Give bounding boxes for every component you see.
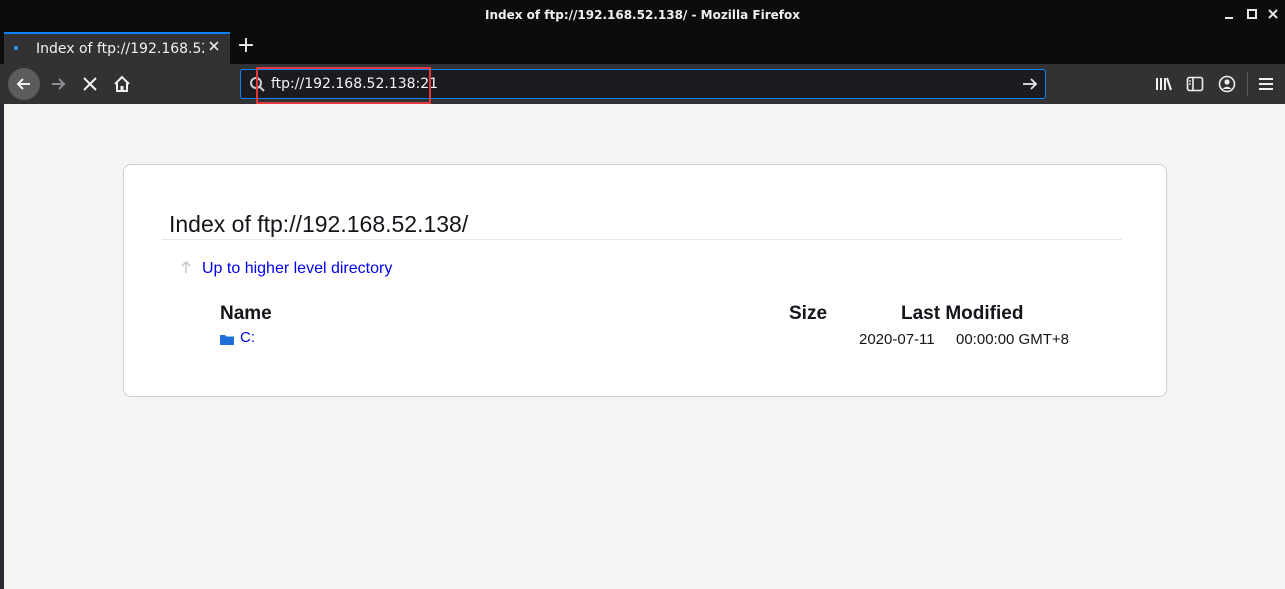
sidebar-icon[interactable] [1185, 74, 1205, 94]
heading-divider [162, 239, 1122, 240]
stop-button[interactable] [78, 72, 102, 96]
left-window-edge [0, 104, 4, 589]
search-icon [250, 77, 265, 92]
arrow-right-icon [52, 78, 66, 90]
url-bar[interactable] [240, 69, 1046, 99]
library-icon[interactable] [1154, 74, 1174, 94]
tab-active[interactable]: Index of ftp://192.168.52.138/ [4, 32, 230, 64]
account-icon[interactable] [1217, 74, 1237, 94]
window-titlebar: Index of ftp://192.168.52.138/ - Mozilla… [0, 0, 1285, 32]
menu-icon[interactable] [1256, 74, 1276, 94]
up-arrow-icon [180, 260, 192, 278]
page-favicon-icon [14, 46, 18, 50]
navigation-toolbar [0, 64, 1285, 104]
page-title: Index of ftp://192.168.52.138/ [169, 211, 469, 237]
tab-title: Index of ftp://192.168.52.138/ [36, 41, 204, 57]
entry-link-c-drive[interactable]: C: [240, 329, 255, 346]
entry-date: 2020-07-11 [859, 331, 935, 348]
column-header-modified[interactable]: Last Modified [901, 303, 1023, 325]
directory-listing-card: Index of ftp://192.168.52.138/ Up to hig… [123, 164, 1167, 397]
maximize-icon[interactable] [1245, 8, 1259, 22]
entry-time: 00:00:00 GMT+8 [956, 331, 1069, 348]
new-tab-button[interactable]: + [236, 35, 256, 57]
up-directory-link[interactable]: Up to higher level directory [202, 260, 392, 278]
window-title: Index of ftp://192.168.52.138/ - Mozilla… [484, 8, 800, 22]
toolbar-separator [1247, 72, 1248, 96]
up-directory-row: Up to higher level directory [180, 260, 392, 278]
go-arrow-icon[interactable] [1021, 75, 1039, 93]
tab-close-icon[interactable] [206, 40, 222, 56]
home-icon [114, 75, 130, 92]
back-button[interactable] [8, 68, 40, 100]
window-close-icon[interactable] [1266, 8, 1280, 22]
column-header-name[interactable]: Name [220, 303, 272, 325]
stop-icon [83, 77, 97, 91]
forward-button[interactable] [46, 72, 70, 96]
arrow-left-icon [16, 78, 30, 90]
column-header-size[interactable]: Size [789, 303, 827, 325]
url-input[interactable] [271, 74, 971, 94]
minimize-icon[interactable] [1222, 8, 1236, 22]
folder-icon [220, 331, 234, 350]
home-button[interactable] [110, 72, 134, 96]
tab-strip: Index of ftp://192.168.52.138/ [0, 32, 1285, 64]
